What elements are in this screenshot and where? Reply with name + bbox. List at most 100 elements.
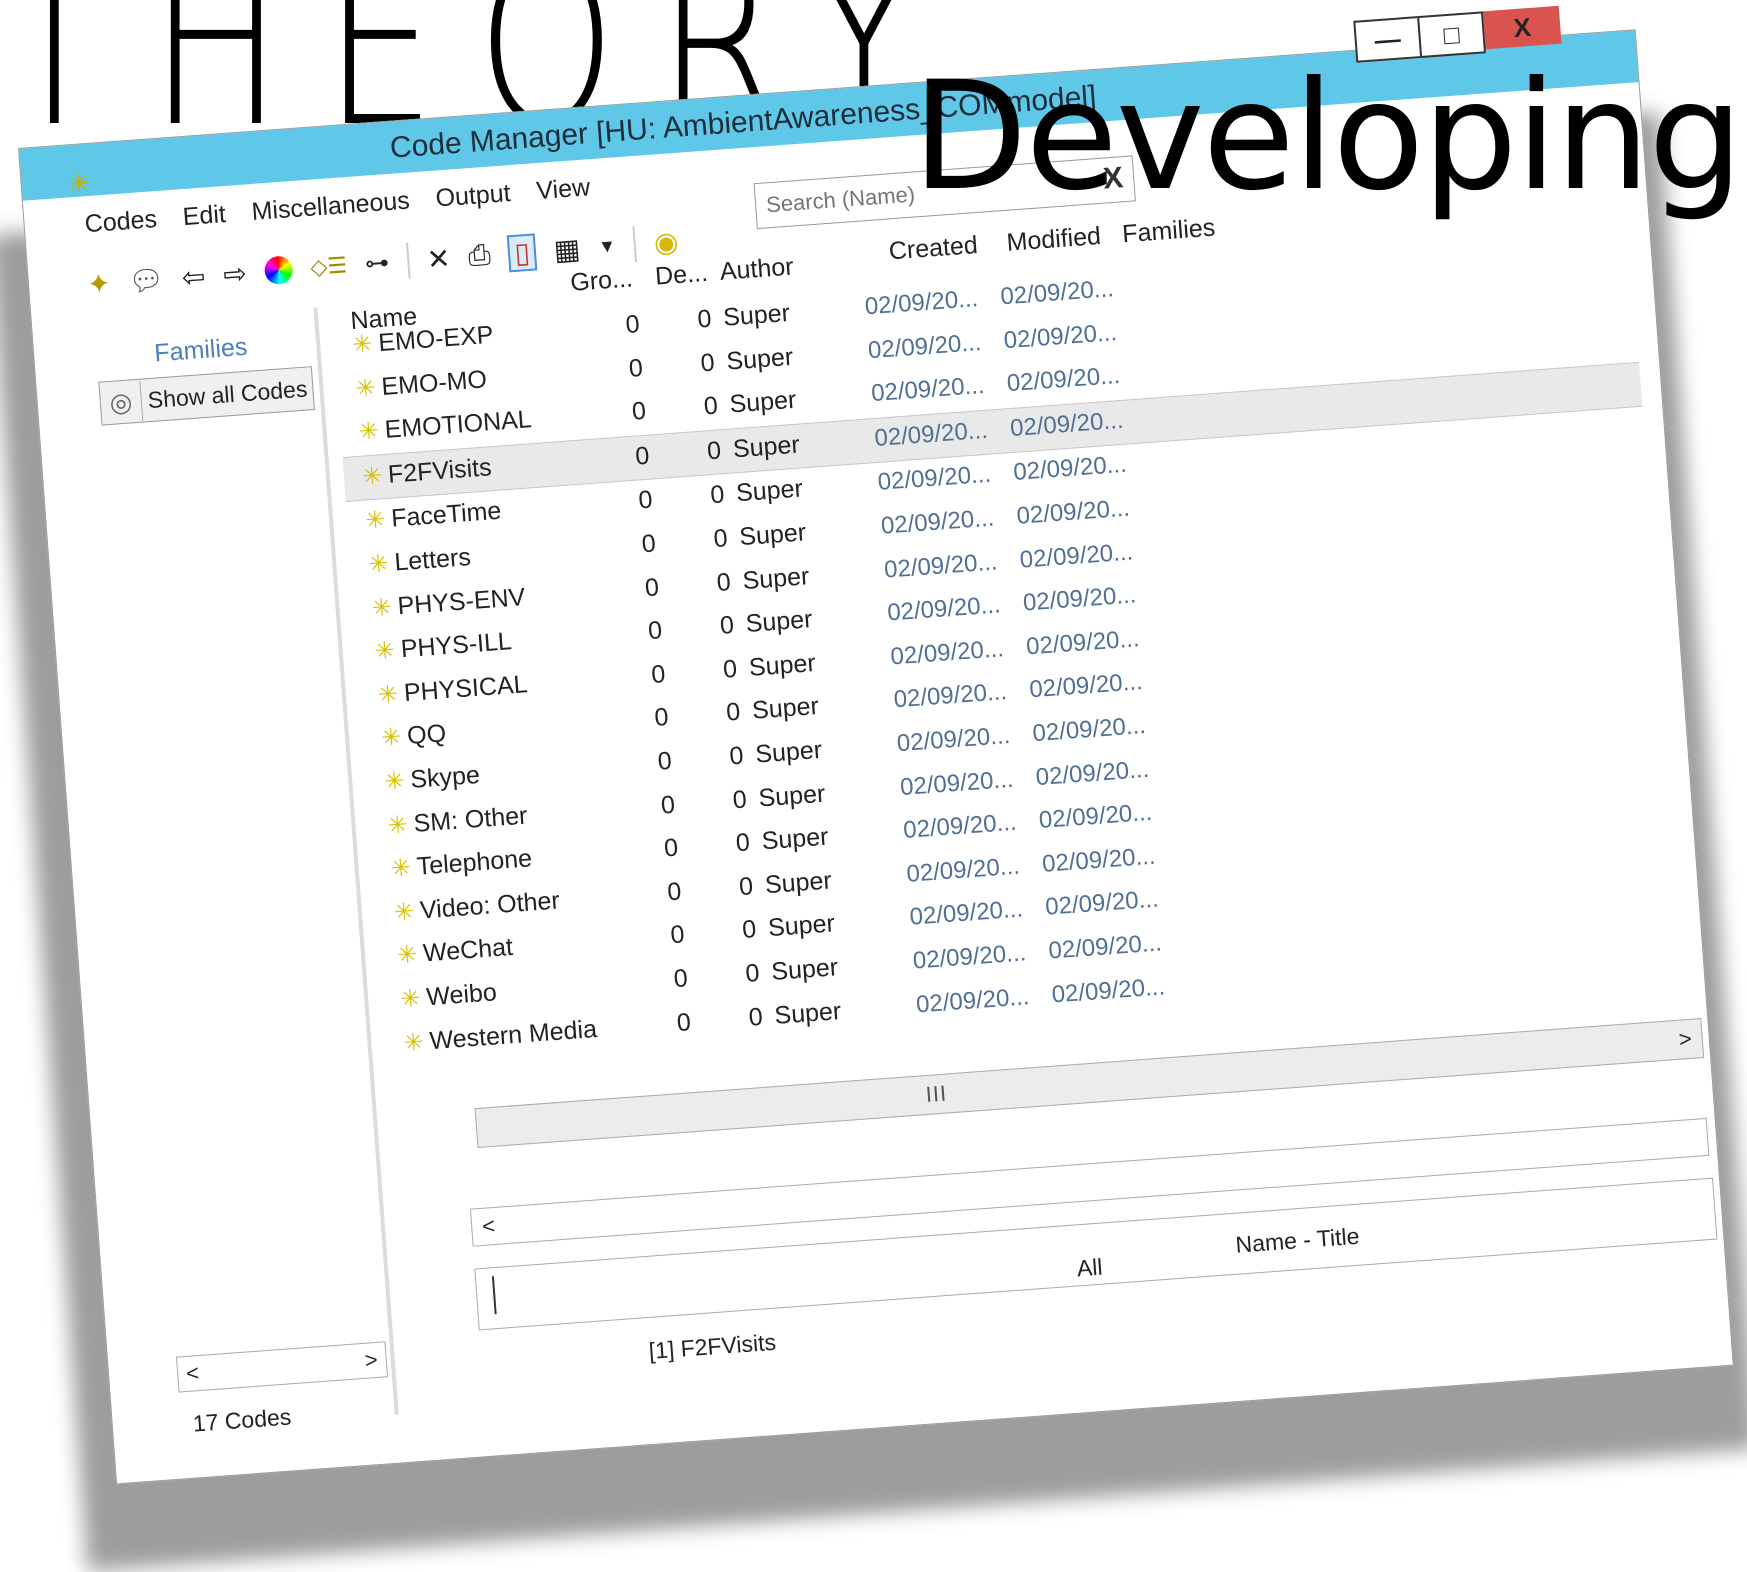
grid-view-icon[interactable]: ▦ [553,232,582,267]
dropdown-icon[interactable]: ▼ [597,235,616,257]
code-created: 02/09/20... [889,634,1005,671]
print-icon[interactable]: ⎙ [467,238,492,273]
code-density: 0 [722,654,739,684]
code-modified: 02/09/20... [1018,538,1134,574]
col-author[interactable]: Author [719,253,795,287]
arrow-left-icon[interactable]: ⇦ [181,259,207,294]
col-modified[interactable]: Modified [1006,222,1102,258]
filter-icon[interactable]: ◉ [653,224,680,259]
code-created: 02/09/20... [863,285,980,321]
scroll-left-arrow[interactable]: < [481,1213,496,1240]
code-list-icon[interactable]: ◇☰ [310,252,348,281]
code-density: 0 [725,698,742,727]
scroll-right-arrow[interactable]: > [1678,1026,1693,1053]
code-modified: 02/09/20... [1002,318,1118,354]
code-star-icon: ✳ [377,680,400,709]
scroll-grip[interactable]: III [925,1081,948,1108]
code-created: 02/09/20... [883,547,999,584]
code-groundedness: 0 [647,616,664,646]
code-author: Super [735,474,804,508]
new-code-icon[interactable]: ✦ [86,266,112,301]
col-gro[interactable]: Gro... [569,264,633,298]
code-created: 02/09/20... [880,504,996,540]
code-author: Super [760,822,830,856]
code-created: 02/09/20... [870,372,986,408]
menu-miscellaneous[interactable]: Miscellaneous [251,186,412,237]
selection-status: [1] F2FVisits [647,1328,777,1364]
code-groundedness: 0 [637,485,654,515]
code-created: 02/09/20... [892,678,1008,714]
name-title-label[interactable]: Name - Title [1235,1223,1361,1259]
code-modified: 02/09/20... [1031,711,1147,748]
code-density: 0 [741,915,758,945]
text-cursor [491,1276,497,1315]
menu-output[interactable]: Output [435,179,513,224]
app-star-icon: ✳ [66,167,91,200]
sidebar-scroll-right[interactable]: > [364,1347,379,1374]
code-author: Super [747,648,817,682]
code-density: 0 [734,828,751,858]
code-modified: 02/09/20... [1044,885,1160,922]
code-star-icon: ✳ [364,506,387,535]
menu-edit[interactable]: Edit [182,200,228,243]
code-author: Super [744,605,814,639]
code-groundedness: 0 [653,703,670,733]
code-name: ✳ Western Media [403,1015,598,1058]
menu-codes[interactable]: Codes [84,205,159,250]
comment-icon[interactable]: 💬︎ [127,262,165,298]
code-created: 02/09/20... [886,591,1002,627]
code-name-text: EMOTIONAL [383,405,533,445]
code-created: 02/09/20... [905,852,1021,888]
code-name: ✳ PHYS-ILL [374,627,513,666]
col-created[interactable]: Created [888,231,979,266]
code-name: ✳ Letters [367,543,471,579]
sidebar-scrollbar[interactable]: < > [175,1341,389,1393]
code-author: Super [754,735,823,769]
show-all-codes-label: Show all Codes [146,375,309,413]
code-name: ✳ Video: Other [393,886,561,927]
code-name: ✳ Telephone [390,844,533,883]
delete-icon[interactable]: ✕ [426,241,452,276]
code-density: 0 [702,391,719,421]
code-star-icon: ✳ [373,636,396,666]
split-view-icon[interactable]: ▯ [507,232,538,272]
code-author: Super [751,692,820,726]
code-author: Super [767,909,836,943]
code-name-text: PHYS-ENV [396,582,527,620]
code-modified: 02/09/20... [1028,668,1144,704]
code-groundedness: 0 [666,877,683,907]
code-author: Super [725,342,795,376]
code-manager-window: ✳ Code Manager [HU: AmbientAwareness_COM… [18,5,1734,1485]
code-star-icon: ✳ [383,767,406,796]
code-groundedness: 0 [672,964,689,994]
close-button[interactable]: X [1482,5,1562,50]
code-groundedness: 0 [627,353,644,383]
col-de[interactable]: De... [654,259,709,292]
code-created: 02/09/20... [911,939,1028,975]
tree-icon[interactable]: ⊶ [364,248,390,279]
code-groundedness: 0 [663,833,680,863]
code-modified: 02/09/20... [1015,494,1131,530]
code-created: 02/09/20... [876,461,992,497]
code-name-text: EMO-MO [380,364,488,401]
code-density: 0 [747,1002,764,1032]
sidebar-scroll-left[interactable]: < [185,1360,200,1387]
show-all-codes-button[interactable]: ◎ Show all Codes [98,366,315,426]
codes-table: Name Gro... De... Author Created Modifie… [330,191,1684,1067]
code-name: ✳ EMO-MO [354,364,488,404]
code-name-text: Weibo [425,978,498,1012]
filter-all-label[interactable]: All [1076,1254,1103,1283]
menu-view[interactable]: View [535,173,592,217]
code-author: Super [770,953,839,986]
code-author: Super [741,561,811,595]
headline-developing: Developing [912,50,1743,224]
families-title: Families [153,332,249,368]
code-name: ✳ EMOTIONAL [358,405,533,447]
code-star-icon: ✳ [357,417,380,446]
code-groundedness: 0 [634,441,651,471]
arrow-right-icon[interactable]: ⇨ [222,256,248,291]
color-wheel-icon[interactable] [263,255,294,286]
code-created: 02/09/20... [915,982,1031,1018]
code-author: Super [731,430,801,464]
code-name-text: WeChat [422,933,514,968]
